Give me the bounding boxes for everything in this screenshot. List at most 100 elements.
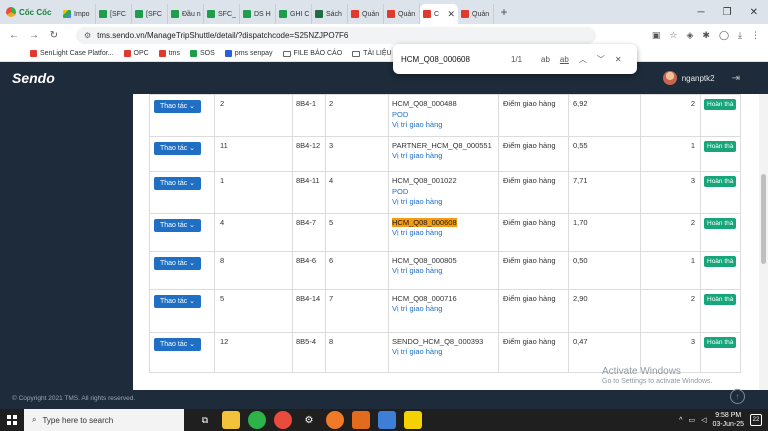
app-circle-icon[interactable]: [326, 411, 344, 429]
download-icon[interactable]: ⤓: [738, 30, 742, 41]
reload-icon[interactable]: ↻: [48, 30, 60, 41]
browser-tab[interactable]: [SFC: [132, 4, 168, 24]
settings-icon[interactable]: ⚙: [300, 411, 318, 429]
browser-tab[interactable]: Impo: [60, 4, 96, 24]
action-dropdown-button[interactable]: Thao tác ⌄: [154, 100, 201, 113]
sequence-number: 8: [329, 337, 334, 346]
location-link[interactable]: Vị trí giao hàng: [392, 151, 498, 160]
browser-tab[interactable]: Quản: [458, 4, 494, 24]
browser-tab[interactable]: SFC_: [204, 4, 240, 24]
whole-word-button[interactable]: ab: [560, 55, 569, 64]
next-match-icon[interactable]: ﹀: [597, 54, 605, 65]
tray-expand-icon[interactable]: ^: [679, 417, 682, 424]
sequence-cell: 4: [325, 171, 389, 214]
clock[interactable]: 9:58 PM 03-Jun-25: [712, 411, 744, 429]
browser-tab[interactable]: Quản: [348, 4, 384, 24]
new-tab-button[interactable]: +: [494, 5, 514, 19]
page-action-icon[interactable]: ▣: [652, 30, 661, 41]
app-pen-icon[interactable]: [378, 411, 396, 429]
user-menu[interactable]: nganptk2 ⇥: [662, 71, 768, 85]
action-dropdown-button[interactable]: Thao tác ⌄: [154, 295, 201, 308]
location-link[interactable]: Vị trí giao hàng: [392, 304, 498, 313]
bookmark-item[interactable]: SenLight Case Platfor...: [30, 50, 114, 57]
tab-active[interactable]: C ✕: [420, 4, 458, 24]
find-input[interactable]: [401, 54, 501, 64]
notification-badge[interactable]: 22: [750, 414, 762, 426]
location-link[interactable]: Vị trí giao hàng: [392, 347, 498, 356]
app-flame-icon[interactable]: [352, 411, 370, 429]
tab-label: [SFC: [110, 10, 126, 18]
bookmark-star-icon[interactable]: ☆: [669, 30, 677, 41]
bookmark-item[interactable]: FILE BÁO CÁO: [282, 50, 342, 57]
pod-link[interactable]: POD: [392, 110, 498, 119]
bookmark-item[interactable]: pms senpay: [224, 50, 273, 57]
close-window-icon[interactable]: ✕: [750, 7, 758, 18]
sticky-notes-icon[interactable]: [404, 411, 422, 429]
back-icon[interactable]: ←: [8, 30, 20, 41]
browser-tab[interactable]: [SFC: [96, 4, 132, 24]
sequence-cell: 8: [325, 332, 389, 373]
chevron-down-icon: ⌄: [187, 145, 196, 152]
site-info-icon[interactable]: ⚙: [84, 31, 91, 40]
delivery-code-wrapper: HCM_Q08_001022: [392, 176, 498, 185]
action-dropdown-button[interactable]: Thao tác ⌄: [154, 142, 201, 155]
bookmark-item[interactable]: tms: [158, 50, 180, 57]
extensions-icon[interactable]: ✱: [702, 30, 710, 41]
action-dropdown-button[interactable]: Thao tác ⌄: [154, 177, 201, 190]
bookmark-item[interactable]: SOS: [190, 50, 215, 57]
sendo-logo[interactable]: Sendo: [0, 70, 55, 86]
tab-label: SFC_: [218, 10, 236, 18]
order-cell: 1: [214, 171, 293, 214]
network-icon[interactable]: ▭: [688, 416, 695, 424]
browser-logo[interactable]: Cốc Cốc: [0, 0, 60, 24]
chat-app-icon[interactable]: [274, 411, 292, 429]
action-dropdown-button[interactable]: Thao tác ⌄: [154, 219, 201, 232]
delivery-code: HCM_Q08_000805: [392, 256, 457, 265]
location-link[interactable]: Vị trí giao hàng: [392, 197, 498, 206]
logout-icon[interactable]: ⇥: [732, 73, 740, 84]
menu-icon[interactable]: ⋮: [751, 30, 760, 41]
bookmark-item[interactable]: TÀI LIỆU: [352, 50, 392, 57]
page-scrollbar[interactable]: [759, 94, 768, 390]
sequence-number: 3: [329, 141, 334, 150]
previous-match-icon[interactable]: ︿: [579, 54, 587, 65]
taskbar-search[interactable]: ⌕ Type here to search: [24, 409, 184, 431]
match-case-button[interactable]: ab: [541, 55, 550, 64]
minimize-icon[interactable]: ─: [698, 7, 705, 18]
start-button[interactable]: [0, 409, 24, 431]
close-find-icon[interactable]: ✕: [615, 55, 622, 64]
browser-tab[interactable]: Quản: [384, 4, 420, 24]
profile-icon[interactable]: ◯: [719, 30, 729, 41]
browser-tab[interactable]: DS H: [240, 4, 276, 24]
sheets-icon: [207, 10, 215, 18]
action-dropdown-button[interactable]: Thao tác ⌄: [154, 257, 201, 270]
browser-tab[interactable]: Sách: [312, 4, 348, 24]
task-view-icon[interactable]: ⧉: [196, 411, 214, 429]
point-type: Điểm giao hàng: [503, 99, 556, 108]
pod-link[interactable]: POD: [392, 187, 498, 196]
shield-icon[interactable]: ◈: [686, 30, 693, 41]
weight-value: 2,90: [573, 294, 588, 303]
forward-icon[interactable]: →: [28, 30, 40, 41]
action-dropdown-button[interactable]: Thao tác ⌄: [154, 338, 201, 351]
bookmark-item[interactable]: OPC: [123, 50, 149, 57]
avatar[interactable]: [662, 71, 677, 85]
delivery-code-cell: HCM_Q08_000805 Vị trí giao hàng: [388, 251, 499, 290]
coccoc-taskbar-icon[interactable]: [248, 411, 266, 429]
scrollbar-thumb[interactable]: [761, 174, 766, 264]
bin-code: 8B5-4: [296, 337, 317, 346]
tab-close-icon[interactable]: ✕: [447, 9, 455, 20]
location-link[interactable]: Vị trí giao hàng: [392, 266, 498, 275]
browser-tab[interactable]: GHI C: [276, 4, 312, 24]
file-explorer-icon[interactable]: [222, 411, 240, 429]
scroll-to-top-button[interactable]: ↑: [730, 389, 745, 404]
url-field[interactable]: ⚙ tms.sendo.vn/ManageTripShuttle/detail/…: [76, 26, 596, 44]
action-cell: Thao tác ⌄: [149, 332, 215, 373]
bin-code: 8B4-12: [296, 141, 321, 150]
restore-icon[interactable]: ❐: [723, 7, 732, 18]
location-link[interactable]: Vị trí giao hàng: [392, 120, 498, 129]
location-link[interactable]: Vị trí giao hàng: [392, 228, 498, 237]
sequence-cell: 3: [325, 136, 389, 172]
browser-tab[interactable]: Đầu n: [168, 4, 204, 24]
volume-icon[interactable]: ◁: [701, 416, 706, 424]
